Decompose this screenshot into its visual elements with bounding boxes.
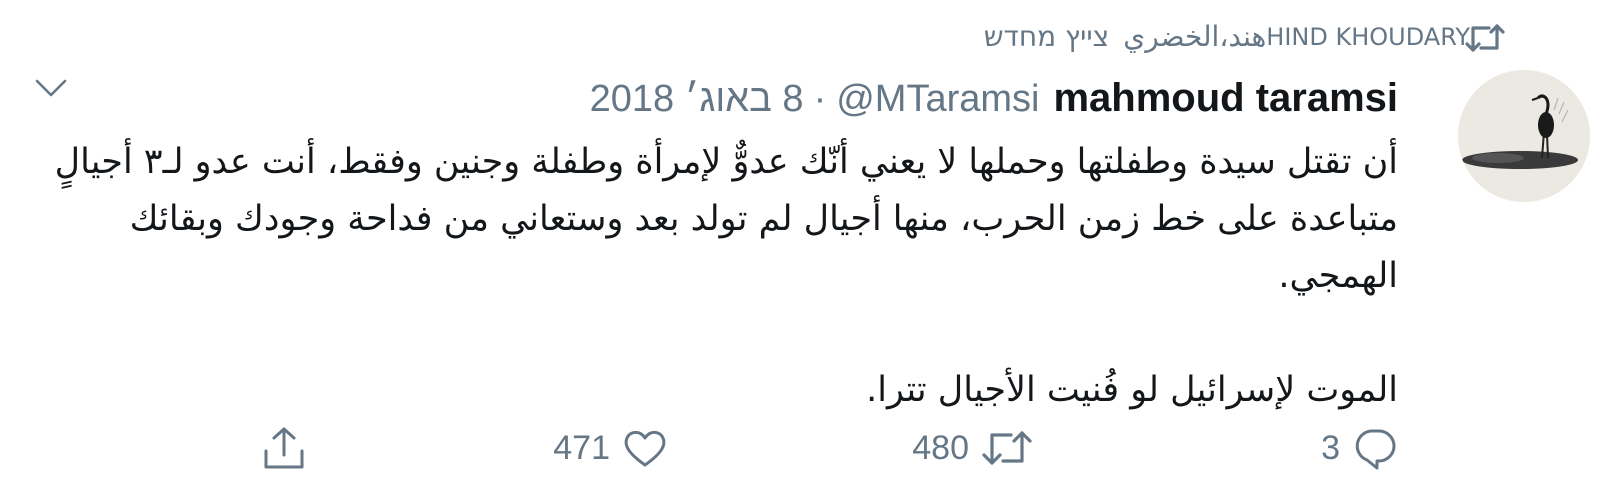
tweet-meta: @MTaramsi·8 באוג׳ 2018 [590,78,1040,121]
tweet-card[interactable]: HIND KHOUDARY هند،الخضري צייץ מחדש mahmo… [0,0,1605,498]
retweeter-name[interactable]: HIND KHOUDARY [1266,23,1470,51]
meta-separator: · [813,78,827,120]
reply-icon [1355,429,1396,470]
retweet-context: HIND KHOUDARY هند،الخضري צייץ מחדש [984,20,1470,53]
like-count: 471 [553,428,610,467]
avatar[interactable] [1458,70,1590,202]
tweet-actions: 3 480 471 [0,418,1605,478]
retweet-button[interactable]: 480 [912,418,1033,478]
retweet-count: 480 [912,428,969,467]
share-button[interactable] [261,418,307,478]
author-display-name[interactable]: mahmoud taramsi [1053,76,1398,121]
tweet-header: mahmoud taramsi @MTaramsi·8 באוג׳ 2018 [590,76,1398,121]
retweet-icon [1465,24,1505,52]
avatar-image [1458,70,1590,202]
reply-count: 3 [1321,428,1340,467]
chevron-down-icon[interactable] [34,76,68,100]
retweeter-name-arabic[interactable]: هند،الخضري [1123,20,1266,53]
tweet-timestamp[interactable]: 8 באוג׳ 2018 [590,78,804,120]
retweet-icon [982,431,1032,465]
author-handle[interactable]: @MTaramsi [836,78,1039,120]
tweet-paragraph: الموت لإسرائيل لو فُنيت الأجيال تترا. [866,370,1398,410]
tweet-text: أن تقتل سيدة وطفلتها وحملها لا يعني أنّك… [38,134,1398,419]
tweet-paragraph: أن تقتل سيدة وطفلتها وحملها لا يعني أنّك… [54,142,1398,296]
like-button[interactable]: 471 [553,418,668,478]
share-icon [264,427,304,469]
heart-icon [624,430,666,467]
retweeted-label: צייץ מחדש [983,20,1110,53]
reply-button[interactable]: 3 [1321,418,1398,478]
